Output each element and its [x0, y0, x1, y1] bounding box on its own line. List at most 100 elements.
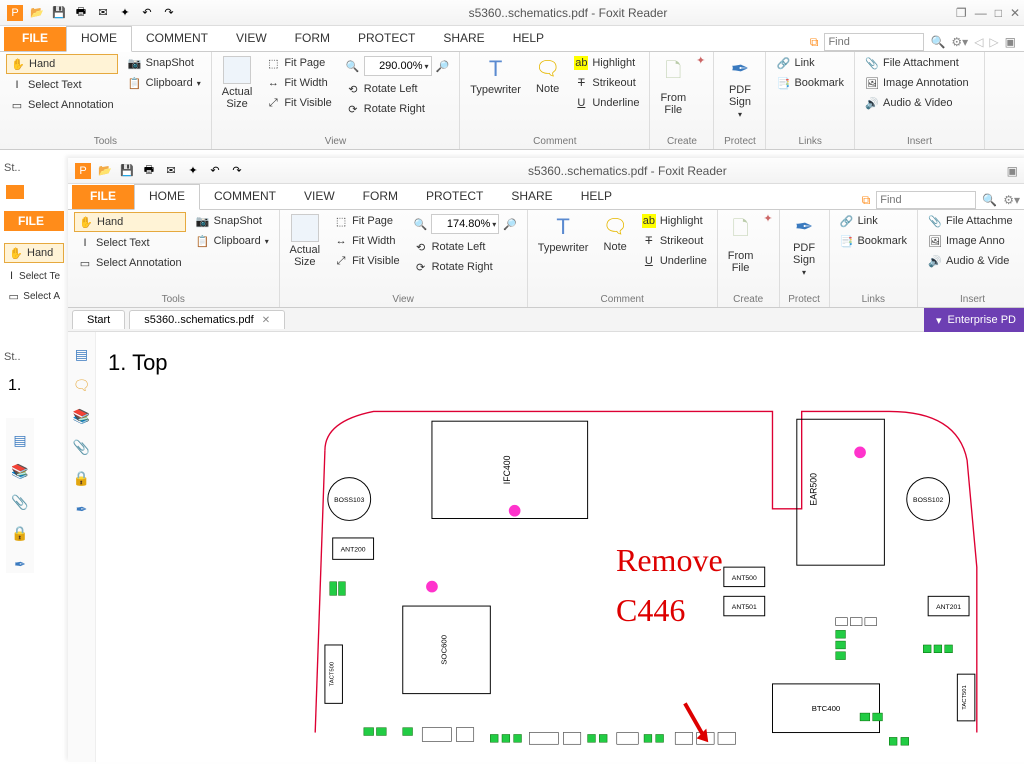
- find-pdf-icon-2[interactable]: ⧉: [862, 193, 871, 208]
- strikeout-button[interactable]: TStrikeout: [570, 74, 643, 92]
- hand-tool[interactable]: ✋Hand: [6, 54, 118, 74]
- gear-icon[interactable]: ⚙▾: [951, 35, 968, 49]
- bookmark-2[interactable]: 📑Bookmark: [836, 232, 911, 250]
- pages-icon[interactable]: ▤: [13, 432, 26, 449]
- layers-panel-icon[interactable]: 📚: [73, 408, 90, 425]
- redo-icon-2[interactable]: ↷: [229, 163, 245, 179]
- select-ann-2[interactable]: ▭Select Annotation: [74, 254, 186, 272]
- highlight-2[interactable]: abHighlight: [638, 212, 711, 230]
- undo-icon-2[interactable]: ↶: [207, 163, 223, 179]
- note-2[interactable]: 🗨Note: [598, 212, 631, 255]
- rotate-right-2[interactable]: ⟳Rotate Right: [410, 258, 521, 276]
- mail-icon-2[interactable]: ✉: [163, 163, 179, 179]
- tab-comment[interactable]: COMMENT: [132, 27, 222, 51]
- fit-width-button[interactable]: ↔Fit Width: [262, 74, 335, 92]
- image-annotation-button[interactable]: 🖼Image Annotation: [861, 74, 978, 92]
- zoom-input-2[interactable]: [434, 218, 490, 230]
- clipboard-tool[interactable]: 📋Clipboard▾: [124, 74, 205, 92]
- from-file-2[interactable]: 🗋From File: [724, 212, 758, 276]
- maximize-icon[interactable]: □: [995, 6, 1002, 20]
- search-icon-2[interactable]: 🔍: [982, 193, 997, 207]
- fit-width-2[interactable]: ↔Fit Width: [330, 232, 403, 250]
- layers-icon[interactable]: 📚: [11, 463, 28, 480]
- from-file-button[interactable]: 🗋From File: [656, 54, 690, 118]
- restore-down-icon[interactable]: ❐: [956, 6, 967, 20]
- tab-doc[interactable]: s5360..schematics.pdf✕: [129, 310, 285, 329]
- prev-icon[interactable]: ◁: [974, 35, 983, 49]
- tab-form-2[interactable]: FORM: [349, 185, 412, 209]
- actual-size-button[interactable]: Actual Size: [218, 54, 257, 112]
- tab-home[interactable]: HOME: [66, 26, 132, 52]
- rotate-right-button[interactable]: ⟳Rotate Right: [342, 100, 453, 118]
- snapshot-tool[interactable]: 📷SnapShot: [124, 54, 205, 72]
- fit-page-button[interactable]: ⬚Fit Page: [262, 54, 335, 72]
- open-icon-2[interactable]: 📂: [97, 163, 113, 179]
- selann-stub[interactable]: ▭Select A: [4, 287, 64, 305]
- redo-icon[interactable]: ↷: [161, 5, 177, 21]
- pdf-sign-2[interactable]: ✒PDF Sign▾: [786, 212, 823, 279]
- clip-icon[interactable]: 📎: [11, 494, 28, 511]
- page-content[interactable]: 1. Top IFC400 EAR500 BOSS103 BOSS: [96, 332, 1024, 762]
- enterprise-banner[interactable]: ▾Enterprise PD: [924, 308, 1024, 332]
- close-tab-icon[interactable]: ✕: [262, 315, 270, 326]
- file-attachment-button[interactable]: 📎File Attachment: [861, 54, 978, 72]
- snapshot-2[interactable]: 📷SnapShot: [192, 212, 273, 230]
- attachments-panel-icon[interactable]: 📎: [73, 439, 90, 456]
- file-att-2[interactable]: 📎File Attachme: [924, 212, 1021, 230]
- search-icon[interactable]: 🔍: [930, 35, 945, 49]
- tab-protect-2[interactable]: PROTECT: [412, 185, 497, 209]
- link-button[interactable]: 🔗Link: [772, 54, 848, 72]
- rotate-left-2[interactable]: ⟲Rotate Left: [410, 238, 521, 256]
- pdf-sign-button[interactable]: ✒PDF Sign▾: [720, 54, 759, 121]
- expand-icon[interactable]: ▣: [1005, 35, 1016, 49]
- tab-start[interactable]: Start: [72, 310, 125, 329]
- rotate-left-button[interactable]: ⟲Rotate Left: [342, 80, 453, 98]
- av-2[interactable]: 🔊Audio & Vide: [924, 252, 1021, 270]
- audio-video-button[interactable]: 🔊Audio & Video: [861, 94, 978, 112]
- print-icon-2[interactable]: 🖶: [141, 163, 157, 179]
- typewriter-2[interactable]: TTypewriter: [534, 212, 593, 256]
- tab-view-2[interactable]: VIEW: [290, 185, 349, 209]
- security-panel-icon[interactable]: 🔒: [73, 470, 90, 487]
- clipboard-2[interactable]: 📋Clipboard▾: [192, 232, 273, 250]
- strikeout-2[interactable]: TStrikeout: [638, 232, 711, 250]
- lock-icon[interactable]: 🔒: [11, 525, 28, 542]
- tab-comment-2[interactable]: COMMENT: [200, 185, 290, 209]
- undo-icon[interactable]: ↶: [139, 5, 155, 21]
- tab-share[interactable]: SHARE: [429, 27, 498, 51]
- seltext-stub[interactable]: ISelect Te: [4, 267, 64, 285]
- fit-page-2[interactable]: ⬚Fit Page: [330, 212, 403, 230]
- select-text-2[interactable]: ISelect Text: [74, 234, 186, 252]
- mail-icon[interactable]: ✉: [95, 5, 111, 21]
- bookmark-button[interactable]: 📑Bookmark: [772, 74, 848, 92]
- minimize-icon[interactable]: —: [975, 6, 987, 20]
- next-icon[interactable]: ▷: [989, 35, 998, 49]
- tab-view[interactable]: VIEW: [222, 27, 281, 51]
- highlight-button[interactable]: abHighlight: [570, 54, 643, 72]
- tab-file-2[interactable]: FILE: [72, 185, 134, 209]
- find-pdf-icon[interactable]: ⧉: [810, 35, 819, 50]
- underline-2[interactable]: UUnderline: [638, 252, 711, 270]
- select-annotation-tool[interactable]: ▭Select Annotation: [6, 96, 118, 114]
- tab-help[interactable]: HELP: [499, 27, 558, 51]
- gear-icon-2[interactable]: ⚙▾: [1003, 193, 1020, 207]
- file-stub[interactable]: FILE: [4, 211, 64, 231]
- fit-visible-button[interactable]: ⤢Fit Visible: [262, 94, 335, 112]
- new-icon-2[interactable]: ✦: [185, 163, 201, 179]
- create-opt-icon[interactable]: ✦: [696, 54, 705, 67]
- tab-help-2[interactable]: HELP: [567, 185, 626, 209]
- underline-button[interactable]: UUnderline: [570, 94, 643, 112]
- link-2[interactable]: 🔗Link: [836, 212, 911, 230]
- close-icon[interactable]: ✕: [1010, 6, 1020, 20]
- find-input[interactable]: [824, 33, 924, 51]
- tab-file[interactable]: FILE: [4, 27, 66, 51]
- fit-visible-2[interactable]: ⤢Fit Visible: [330, 252, 403, 270]
- sign-icon[interactable]: ✒: [14, 556, 26, 573]
- bookmarks-panel-icon[interactable]: 🗨: [73, 377, 91, 394]
- img-ann-2[interactable]: 🖼Image Anno: [924, 232, 1021, 250]
- actual-size-2[interactable]: Actual Size: [286, 212, 325, 270]
- print-icon[interactable]: 🖶: [73, 5, 89, 21]
- tab-home-2[interactable]: HOME: [134, 184, 200, 210]
- typewriter-button[interactable]: TTypewriter: [466, 54, 525, 98]
- save-icon-2[interactable]: 💾: [119, 163, 135, 179]
